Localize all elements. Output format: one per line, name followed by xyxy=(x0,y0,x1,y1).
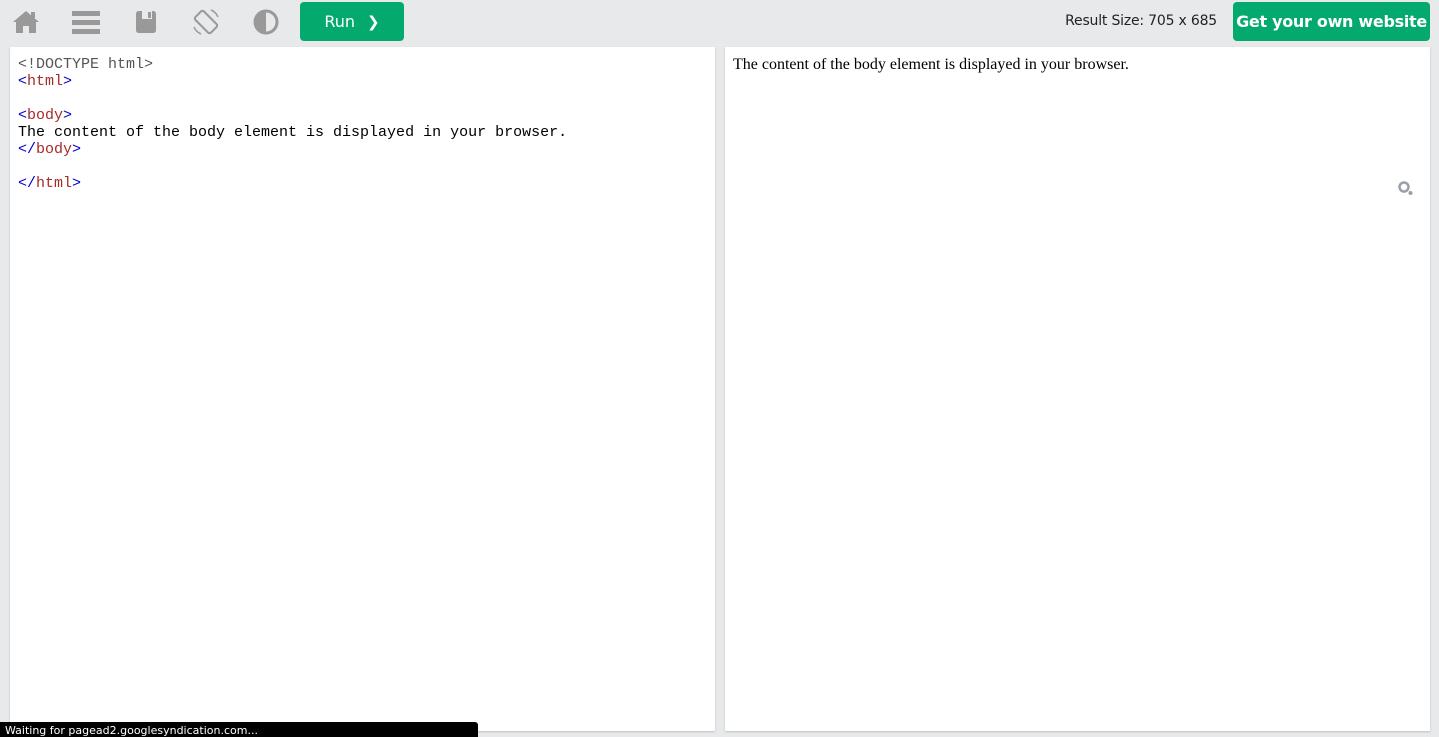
lens-search-icon[interactable] xyxy=(1391,174,1421,204)
home-icon[interactable] xyxy=(10,6,42,38)
bracket-token: </ xyxy=(18,141,37,158)
bracket-token: < xyxy=(18,107,28,124)
bracket-token: > xyxy=(63,73,73,90)
result-size-label: Result Size: 705 x 685 xyxy=(1065,13,1217,29)
toolbar: Run ❯ Result Size: 705 x 685 Get your ow… xyxy=(0,0,1439,44)
tag-name-token: body xyxy=(36,141,73,158)
get-your-own-website-button[interactable]: Get your own website xyxy=(1233,2,1430,41)
rotate-screen-icon[interactable] xyxy=(190,6,222,38)
run-button[interactable]: Run ❯ xyxy=(300,2,404,41)
result-body-text: The content of the body element is displ… xyxy=(733,56,1129,73)
menu-icon[interactable] xyxy=(70,6,102,38)
bracket-token: > xyxy=(72,175,82,192)
code-line: </html> xyxy=(18,175,81,192)
result-frame: The content of the body element is displ… xyxy=(725,47,1430,731)
code-editor[interactable]: <!DOCTYPE html> <html> <body> The conten… xyxy=(10,47,715,731)
browser-status-bar: Waiting for pagead2.googlesyndication.co… xyxy=(0,722,478,737)
tag-name-token: html xyxy=(36,175,73,192)
code-editor-text[interactable]: <!DOCTYPE html> <html> <body> The conten… xyxy=(18,56,567,192)
code-line: </body> xyxy=(18,141,81,158)
tag-name-token: html xyxy=(27,73,64,90)
run-label: Run xyxy=(324,12,356,31)
save-icon[interactable] xyxy=(130,6,162,38)
bracket-token: > xyxy=(72,141,82,158)
tag-name-token: body xyxy=(27,107,64,124)
code-line: <!DOCTYPE html> xyxy=(18,56,153,73)
code-line: <html> xyxy=(18,73,72,90)
bracket-token: < xyxy=(18,73,28,90)
code-line: <body> xyxy=(18,107,72,124)
bracket-token: </ xyxy=(18,175,37,192)
contrast-icon[interactable] xyxy=(250,6,282,38)
doctype-token: <!DOCTYPE html> xyxy=(18,56,154,73)
chevron-right-icon: ❯ xyxy=(367,12,380,31)
bracket-token: > xyxy=(63,107,73,124)
code-line: The content of the body element is displ… xyxy=(18,124,568,141)
